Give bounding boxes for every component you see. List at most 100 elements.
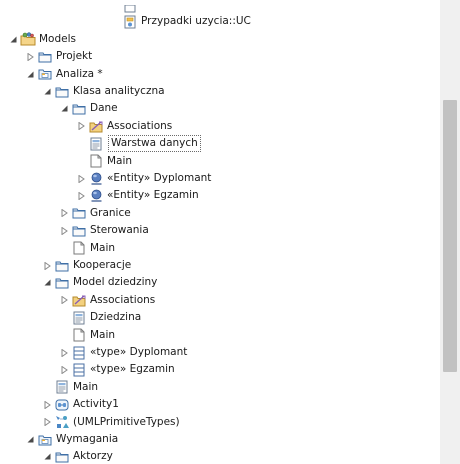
class-diagram-icon [54,379,70,395]
tree-item-label: Granice [90,206,131,219]
document-icon [71,327,87,343]
tree-item-label: Wymagania [56,433,119,445]
tree-item[interactable]: Wymagania [0,431,440,448]
tree-item[interactable]: Main [0,153,440,170]
tree-collapsed-icon[interactable] [76,118,86,135]
package-icon [37,66,53,82]
tree-item-label: Kooperacje [73,259,132,271]
scrollbar-thumb[interactable] [443,100,457,372]
tree-item-label: Associations [90,293,156,306]
tree-item-label: «Entity» Egzamin [107,189,199,202]
tree-item[interactable]: Dane [0,100,440,117]
tree-collapsed-icon[interactable] [59,361,69,378]
tree-collapsed-icon[interactable] [42,396,52,413]
tree-item[interactable]: Main [0,240,440,257]
tree-item[interactable]: Klasa analityczna [0,83,440,100]
tree-item-label: Klasa analityczna [73,85,165,97]
tree-item[interactable]: Sterowania [0,222,440,239]
package-icon [37,432,53,448]
associations-folder-icon [71,292,87,308]
tree-item-label: Projekt [56,50,93,63]
tree-item-label: Aktorzy [73,450,113,463]
tree-collapsed-icon[interactable] [42,257,52,274]
tree-collapsed-icon[interactable] [59,222,69,239]
tree-item[interactable]: Kooperacje [0,257,440,274]
tree-expanded-icon[interactable] [8,31,18,48]
tree-collapsed-icon[interactable] [59,205,69,222]
type-class-icon [71,362,87,378]
tree-expanded-icon[interactable] [42,83,52,100]
tree-item-label: «Entity» Dyplomant [107,172,212,184]
tree-collapsed-icon[interactable] [76,170,86,187]
tree-item[interactable]: Dziedzina [0,309,440,326]
tree-item[interactable]: (UMLPrimitiveTypes) [0,414,440,431]
tree-item-label: (UMLPrimitiveTypes) [73,415,180,428]
tree-item[interactable]: «Entity» Egzamin [0,187,440,204]
type-class-icon [71,345,87,361]
tree-item-label: «type» Egzamin [90,363,175,376]
tree-item-label: Main [90,241,116,254]
tree-item[interactable]: Associations [0,292,440,309]
class-diagram-icon [71,310,87,326]
tree-item[interactable]: Main [0,379,440,396]
tree-item[interactable]: «type» Dyplomant [0,344,440,361]
tree-item-label: Warstwa danych [108,135,201,153]
tree-expanded-icon[interactable] [25,431,35,448]
class-diagram-icon [88,136,104,152]
tree-item-label: Analiza * [56,67,103,80]
folder-icon [71,223,87,239]
tree-item-label: Dziedzina [90,311,142,324]
tree-item[interactable]: Granice [0,205,440,222]
folder-icon [54,449,70,464]
tree-item[interactable]: Model dziedziny [0,274,440,291]
tree-item[interactable]: Models [0,31,440,48]
document-icon [88,153,104,169]
tree-collapsed-icon[interactable] [76,187,86,204]
model-explorer-tree: Przypadki uzycia::UCModelsProjektAnaliza… [0,0,440,464]
folder-icon [54,275,70,291]
tree-expanded-icon[interactable] [25,66,35,83]
tree-item[interactable]: Analiza * [0,66,440,83]
tree-expanded-icon[interactable] [42,448,52,464]
tree-item[interactable]: Activity1 [0,396,440,413]
tree-item[interactable]: Warstwa danych [0,135,440,153]
tree-item[interactable]: Projekt [0,48,440,65]
tree-item[interactable]: «Entity» Dyplomant [0,170,440,187]
entity-icon [88,171,104,187]
folder-icon [54,84,70,100]
tree-item-label: Main [107,154,133,167]
tree-collapsed-icon[interactable] [59,344,69,361]
vertical-scrollbar[interactable] [440,0,460,464]
tree-item[interactable]: Przypadki uzycia::UC [0,13,440,30]
tree-item[interactable]: Associations [0,118,440,135]
tree-item-label: Associations [107,119,173,132]
tree-collapsed-icon[interactable] [59,292,69,309]
folder-icon [54,258,70,274]
tree-item-label: Dane [90,102,118,115]
folder-icon [71,205,87,221]
stereotype-icon [122,0,138,13]
tree-expanded-icon[interactable] [42,274,52,291]
tree-collapsed-icon[interactable] [42,414,52,431]
tree-item-label: «type» Dyplomant [90,346,188,358]
tree-expanded-icon[interactable] [59,100,69,117]
tree-item-label: Activity1 [73,398,119,411]
tree-item[interactable]: «type» Egzamin [0,361,440,378]
tree-item-label: Main [73,380,99,393]
tree-item[interactable]: Aktorzy [0,448,440,464]
tree-item[interactable]: Main [0,327,440,344]
tree-item-label: Models [39,32,76,45]
diagram-icon [122,14,138,30]
tree-collapsed-icon[interactable] [25,48,35,65]
tree-item[interactable] [0,0,440,13]
tree-item-label: Sterowania [90,224,149,237]
activity-icon [54,397,70,413]
tree-item-label: Main [90,328,116,341]
